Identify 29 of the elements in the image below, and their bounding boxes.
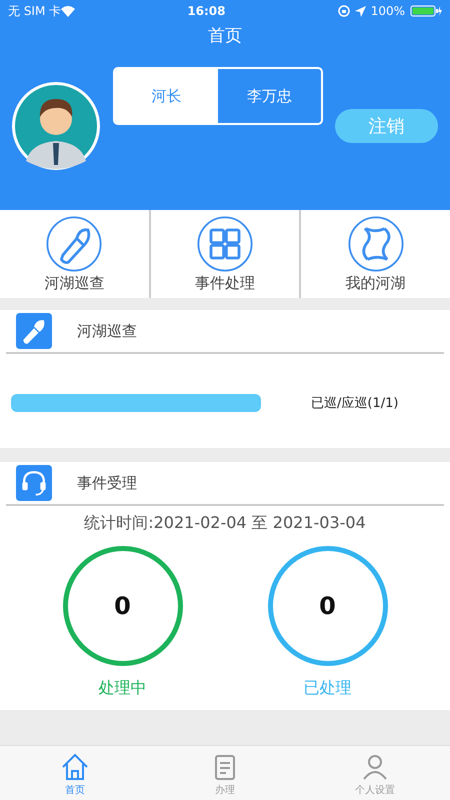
role-label: 河长 [115, 69, 218, 123]
flashlight-icon [46, 216, 102, 272]
menu-item[interactable]: 河湖巡查 [0, 210, 149, 298]
battery-text: 100% [370, 4, 405, 18]
status-label: 处理中 [98, 678, 146, 699]
count-ring: 0 [62, 546, 182, 666]
menu-item[interactable]: 事件处理 [148, 210, 300, 298]
section-title: 事件受理 [77, 474, 137, 492]
menu-item[interactable]: 我的河湖 [299, 210, 450, 298]
count-ring: 0 [268, 546, 388, 666]
user-name: 李万忠 [246, 86, 293, 106]
tab[interactable]: 办理 [150, 746, 300, 800]
clock-text: 16:08 [187, 4, 226, 18]
page-title: 首页 [207, 25, 243, 47]
tab[interactable]: 首页 [0, 746, 150, 800]
flashlight-icon [16, 313, 52, 349]
wifi-icon [61, 6, 76, 16]
rotation-lock-icon [338, 5, 350, 17]
tab[interactable]: 个人设置 [300, 746, 450, 800]
section-title: 河湖巡查 [77, 322, 137, 340]
patrol-count: 已巡/应巡(1/1) [311, 395, 398, 412]
date-range: 统计时间:2021-02-04 至 2021-03-04 [83, 513, 367, 534]
carrier-text: 无 SIM 卡 [8, 2, 62, 20]
headset-icon [16, 465, 52, 501]
logout-button[interactable]: 注销 [335, 109, 438, 143]
location-icon [354, 6, 366, 16]
battery-icon [410, 5, 442, 17]
status-label: 已处理 [304, 678, 352, 699]
grid-icon [197, 216, 253, 272]
